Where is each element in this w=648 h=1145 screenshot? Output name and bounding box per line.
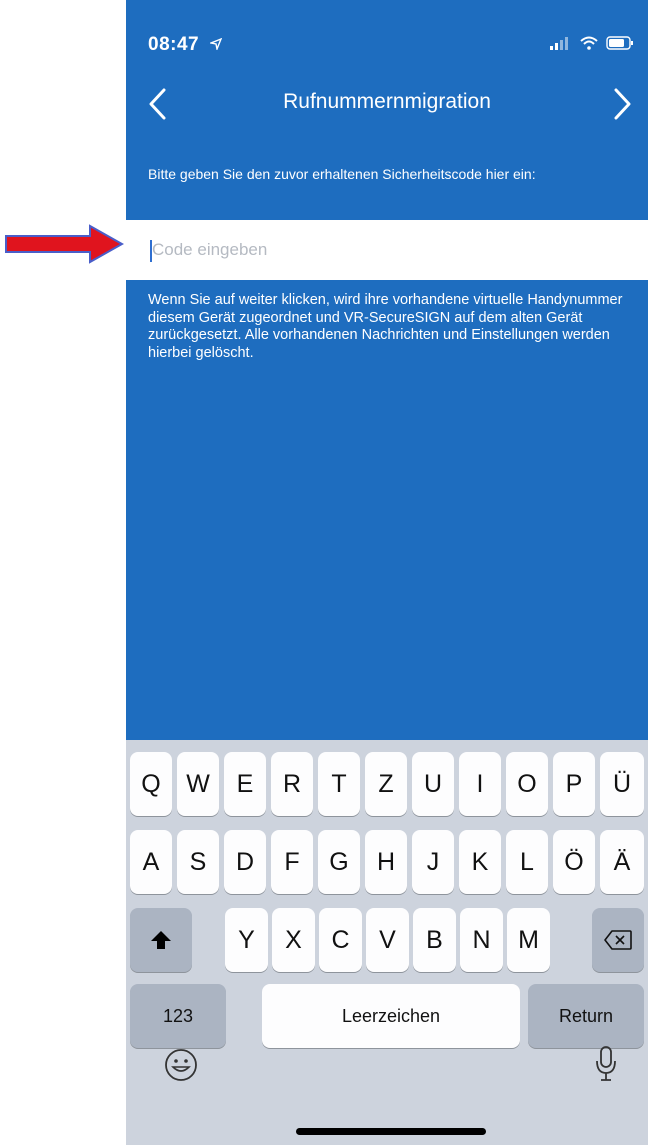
key-a[interactable]: A [130, 830, 172, 894]
space-key[interactable]: Leerzeichen [262, 984, 520, 1048]
on-screen-keyboard: Q W E R T Z U I O P Ü A S D F G H J K L … [126, 740, 648, 1145]
red-arrow-icon [5, 224, 124, 264]
battery-icon [606, 36, 633, 50]
navigation-bar: Rufnummernmigration [126, 78, 648, 128]
text-caret [150, 240, 152, 262]
home-indicator [296, 1128, 486, 1135]
key-t[interactable]: T [318, 752, 360, 816]
forward-chevron-icon[interactable] [604, 84, 640, 124]
key-i[interactable]: I [459, 752, 501, 816]
key-c[interactable]: C [319, 908, 362, 972]
key-e[interactable]: E [224, 752, 266, 816]
status-bar: 08:47 [126, 0, 648, 70]
emoji-icon[interactable] [164, 1048, 198, 1082]
key-w[interactable]: W [177, 752, 219, 816]
return-key[interactable]: Return [528, 984, 644, 1048]
key-u[interactable]: U [412, 752, 454, 816]
key-f[interactable]: F [271, 830, 313, 894]
key-m[interactable]: M [507, 908, 550, 972]
key-d[interactable]: D [224, 830, 266, 894]
phone-screen: 08:47 Rufnummernmigration Bitte geben Si… [126, 0, 648, 1145]
key-l[interactable]: L [506, 830, 548, 894]
code-input-container [126, 220, 648, 280]
key-q[interactable]: Q [130, 752, 172, 816]
key-k[interactable]: K [459, 830, 501, 894]
key-s[interactable]: S [177, 830, 219, 894]
migration-info-text: Wenn Sie auf weiter klicken, wird ihre v… [148, 292, 623, 361]
security-code-input[interactable] [148, 232, 628, 268]
key-z[interactable]: Z [365, 752, 407, 816]
backspace-key[interactable] [592, 908, 644, 972]
key-j[interactable]: J [412, 830, 454, 894]
status-time: 08:47 [148, 34, 200, 55]
key-ue[interactable]: Ü [600, 752, 644, 816]
key-o[interactable]: O [506, 752, 548, 816]
key-n[interactable]: N [460, 908, 503, 972]
page-title: Rufnummernmigration [283, 90, 491, 113]
key-r[interactable]: R [271, 752, 313, 816]
key-ae[interactable]: Ä [600, 830, 644, 894]
microphone-icon[interactable] [594, 1045, 618, 1083]
backspace-icon [604, 930, 632, 950]
numbers-key[interactable]: 123 [130, 984, 226, 1048]
key-h[interactable]: H [365, 830, 407, 894]
status-icons [550, 36, 634, 50]
shift-key[interactable] [130, 908, 192, 972]
shift-icon [151, 931, 171, 949]
key-p[interactable]: P [553, 752, 595, 816]
key-v[interactable]: V [366, 908, 409, 972]
wifi-icon [580, 36, 598, 50]
location-arrow-icon [210, 38, 222, 50]
key-oe[interactable]: Ö [553, 830, 595, 894]
key-b[interactable]: B [413, 908, 456, 972]
key-y[interactable]: Y [225, 908, 268, 972]
signal-icon [550, 37, 568, 50]
key-g[interactable]: G [318, 830, 360, 894]
key-x[interactable]: X [272, 908, 315, 972]
instruction-text: Bitte geben Sie den zuvor erhaltenen Sic… [148, 166, 536, 182]
